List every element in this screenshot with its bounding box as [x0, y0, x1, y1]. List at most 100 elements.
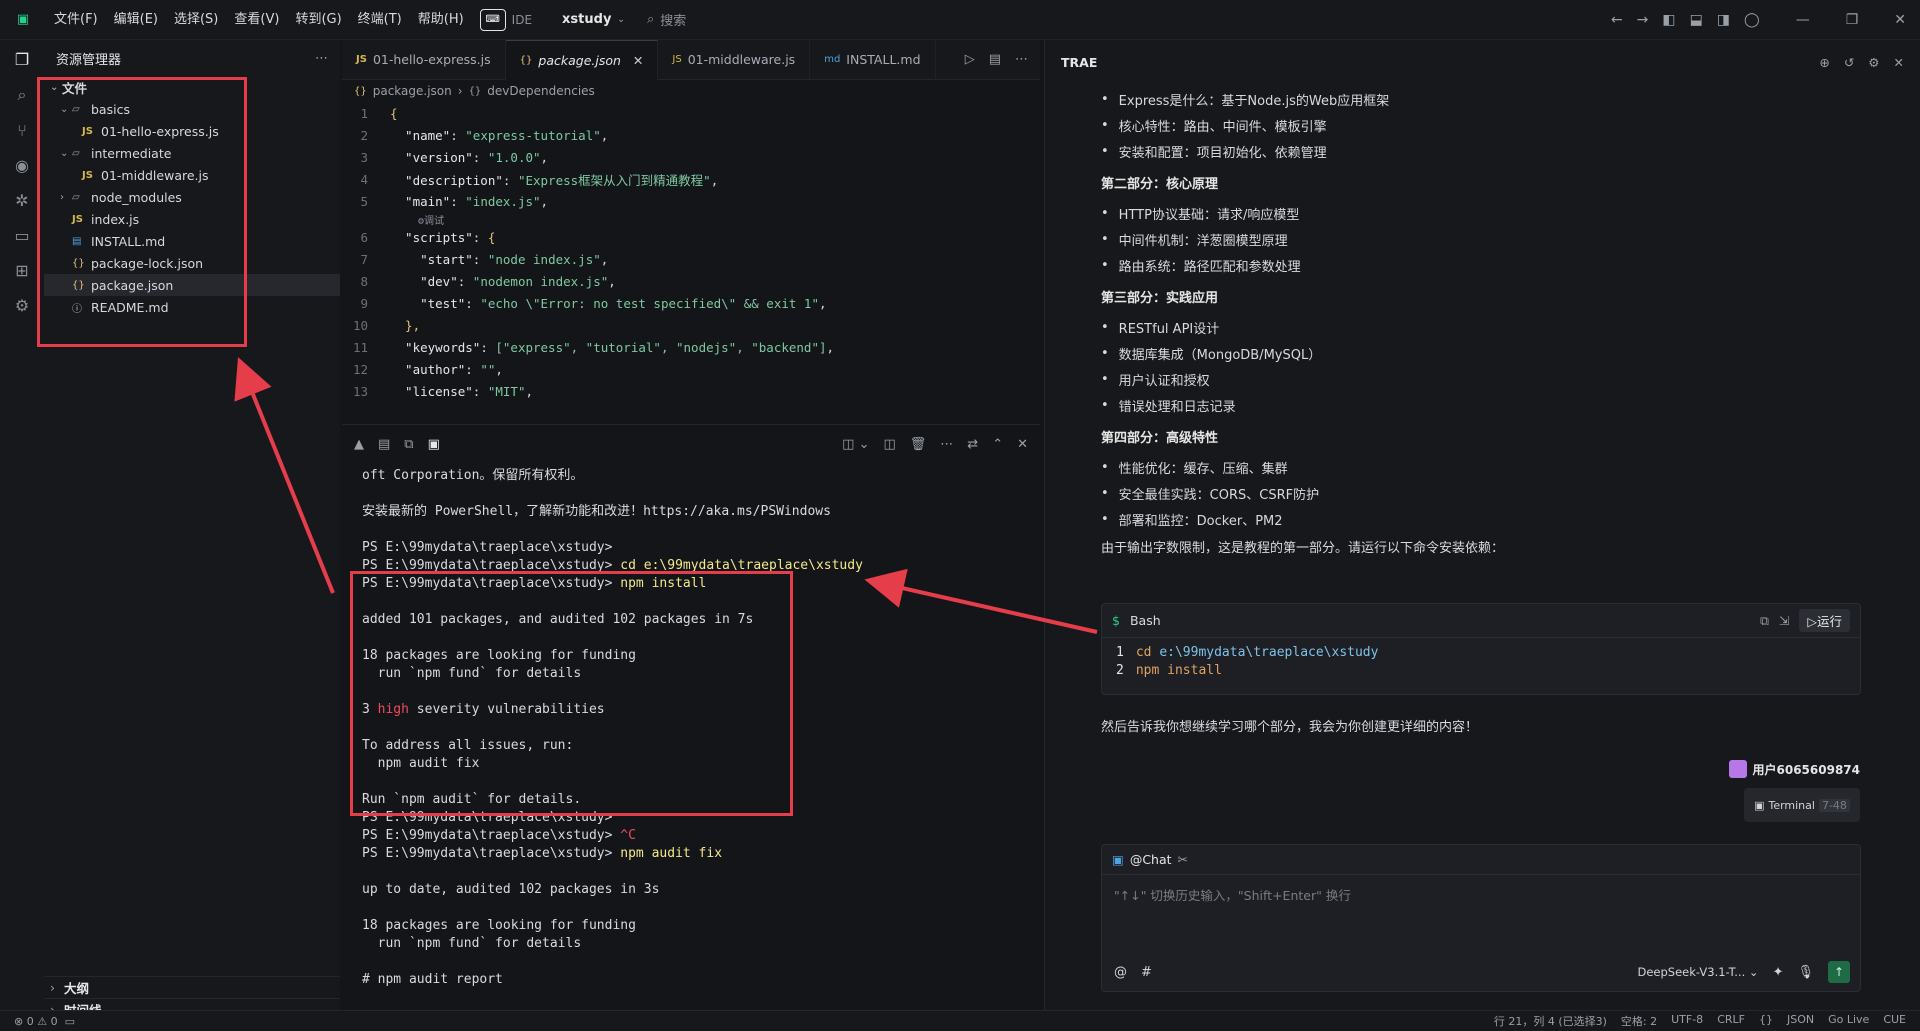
codelens-debug[interactable]: ⚙调试 — [342, 212, 1040, 227]
tab-middleware[interactable]: JS 01-middleware.js — [658, 39, 811, 80]
ai-bullet: Express是什么：基于Node.js的Web应用框架 — [1079, 86, 1920, 112]
line-number: 3 — [360, 149, 368, 165]
toggle-icon[interactable]: ⇄ — [967, 437, 978, 452]
search-files-icon[interactable]: ⌕ — [10, 85, 34, 105]
ai-bullet: 性能优化：缓存、压缩、集群 — [1079, 454, 1920, 480]
app-logo-icon[interactable]: ▣ — [0, 12, 46, 27]
close-panel-icon[interactable]: ✕ — [1017, 437, 1028, 452]
menu-view[interactable]: 查看(V) — [226, 0, 287, 40]
split-editor-icon[interactable]: ▤ — [989, 52, 1001, 67]
status-item[interactable]: UTF-8 — [1671, 1013, 1703, 1029]
line-number: 10 — [352, 317, 368, 333]
menu-edit[interactable]: 编辑(E) — [106, 0, 166, 40]
toggle-aux-sidebar-icon[interactable]: ◨ — [1717, 12, 1730, 28]
run-play-icon[interactable]: ▷ — [965, 52, 975, 67]
explorer-files-icon[interactable]: ❐ — [10, 50, 34, 69]
split-terminal-icon[interactable]: ◫ — [883, 437, 895, 452]
layout-icon[interactable]: ◫ ⌄ — [842, 437, 869, 452]
code-text: "version": "1.0.0", — [390, 149, 549, 165]
ide-switch[interactable]: ⌨ IDE — [479, 8, 532, 31]
toggle-panel-icon[interactable]: ⬓ — [1690, 12, 1703, 28]
more-actions-icon[interactable]: ⋯ — [1015, 52, 1028, 67]
restore-icon[interactable]: ❐ — [1846, 12, 1859, 28]
trash-icon[interactable]: 🗑 — [910, 437, 927, 452]
run-button[interactable]: ▷运行 — [1799, 609, 1850, 632]
settings-gear-icon[interactable]: ⚙ — [1868, 55, 1879, 70]
forward-arrow-icon[interactable]: → — [1637, 12, 1649, 28]
status-item[interactable]: 行 21，列 4 (已选择3) — [1494, 1013, 1607, 1029]
minimize-icon[interactable]: — — [1796, 12, 1810, 28]
remote-icon[interactable]: ▭ — [10, 226, 34, 245]
status-item[interactable]: {} — [1759, 1013, 1773, 1029]
extensions-icon[interactable]: ⊞ — [10, 261, 34, 280]
back-arrow-icon[interactable]: ← — [1611, 12, 1623, 28]
code-block-line: 1 cd e:\99mydata\traeplace\xstudy — [1116, 645, 1379, 660]
ai-chat-panel: TRAE ⊕ ↺ ⚙ ✕ Express是什么：基于Node.js的Web应用框… — [1044, 40, 1920, 1010]
menu-select[interactable]: 选择(S) — [166, 0, 226, 40]
more-actions-icon[interactable]: ⋯ — [940, 437, 953, 452]
sparkle-icon[interactable]: ✦ — [1773, 965, 1784, 980]
ai-section-title: 第二部分：核心原理 — [1101, 176, 1219, 192]
new-chat-icon[interactable]: ⊕ — [1819, 55, 1829, 70]
menu-file[interactable]: 文件(F) — [46, 0, 106, 40]
ai-bullet: 中间件机制：洋葱圈模型原理 — [1079, 226, 1920, 252]
warning-count[interactable]: 0 — [51, 1015, 58, 1028]
outline-section[interactable]: › 大纲 — [44, 976, 340, 998]
command-search[interactable]: ⌕ 搜索 — [647, 10, 686, 29]
line-number: 8 — [360, 273, 368, 289]
chat-icon[interactable]: ▭ — [65, 1015, 75, 1028]
send-button[interactable]: ↑ — [1828, 961, 1850, 983]
maximize-chevron-up-icon[interactable]: ⌃ — [992, 437, 1003, 452]
terminal-context-chip[interactable]: ▣ Terminal 7-48 — [1744, 788, 1860, 822]
menu-terminal[interactable]: 终端(T) — [350, 0, 410, 40]
code-line: 10 }, — [342, 314, 1040, 336]
status-item[interactable]: CUE — [1883, 1013, 1906, 1029]
settings-gear-icon[interactable]: ⚙ — [10, 296, 34, 315]
breadcrumb-file[interactable]: package.json — [373, 84, 452, 98]
ai-bullet: 部署和监控：Docker、PM2 — [1079, 506, 1920, 532]
source-control-icon[interactable]: ⑂ — [10, 121, 34, 140]
warning-icon[interactable]: ▲ — [354, 437, 364, 452]
warning-icon[interactable]: ⚠ — [37, 1015, 47, 1028]
terminal-dollar-icon: $ — [1112, 613, 1120, 628]
debug-bug-icon[interactable]: ✲ — [10, 191, 34, 210]
error-icon[interactable]: ⊗ — [14, 1015, 23, 1028]
annotation-box-explorer — [37, 77, 247, 347]
mention-at-icon[interactable]: @ — [1114, 965, 1127, 980]
model-selector[interactable]: DeepSeek-V3.1-T... ⌄ — [1638, 965, 1759, 979]
more-actions-icon[interactable]: ⋯ — [315, 51, 328, 66]
status-item[interactable]: Go Live — [1828, 1013, 1869, 1029]
breadcrumb-symbol[interactable]: devDependencies — [487, 84, 595, 98]
error-count[interactable]: 0 — [27, 1015, 34, 1028]
preview-eye-icon[interactable]: ◉ — [10, 156, 34, 175]
code-block-header: $ Bash ⧉ ⇲ ▷运行 — [1102, 604, 1860, 638]
project-switcher[interactable]: xstudy ⌄ — [562, 12, 625, 27]
hash-context-icon[interactable]: # — [1141, 965, 1152, 980]
account-icon[interactable]: ◯ — [1744, 12, 1760, 28]
close-tab-icon[interactable]: ✕ — [633, 53, 643, 68]
status-item[interactable]: JSON — [1787, 1013, 1814, 1029]
chat-mode[interactable]: ▣ @Chat ✂ — [1102, 845, 1860, 875]
terminal-icon[interactable]: ▣ — [428, 437, 440, 452]
close-icon[interactable]: ✕ — [1894, 55, 1904, 70]
json-key: "dev" — [390, 273, 458, 289]
debug-console-icon[interactable]: ⧉ — [404, 437, 413, 452]
history-icon[interactable]: ↺ — [1844, 55, 1854, 70]
tab-install-md[interactable]: md INSTALL.md — [810, 39, 936, 80]
status-item[interactable]: 空格: 2 — [1621, 1013, 1657, 1029]
ai-message: Express是什么：基于Node.js的Web应用框架核心特性：路由、中间件、… — [1101, 86, 1920, 560]
microphone-icon[interactable]: 🎙 — [1797, 965, 1814, 980]
code-view[interactable]: 1{2 "name": "express-tutorial", 3 "versio… — [342, 102, 1040, 402]
tab-hello-express[interactable]: JS 01-hello-express.js — [342, 39, 506, 80]
menu-help[interactable]: 帮助(H) — [410, 0, 472, 40]
copy-icon[interactable]: ⧉ — [1760, 613, 1769, 629]
toggle-sidebar-icon[interactable]: ◧ — [1662, 12, 1675, 28]
output-icon[interactable]: ▤ — [378, 437, 390, 452]
menu-goto[interactable]: 转到(G) — [287, 0, 349, 40]
status-item[interactable]: CRLF — [1717, 1013, 1745, 1029]
close-icon[interactable]: ✕ — [1894, 12, 1906, 28]
insert-icon[interactable]: ⇲ — [1779, 613, 1789, 628]
tab-package-json[interactable]: {} package.json ✕ — [505, 39, 659, 80]
chat-input[interactable]: "↑↓" 切换历史输入，"Shift+Enter" 换行 — [1102, 875, 1860, 914]
